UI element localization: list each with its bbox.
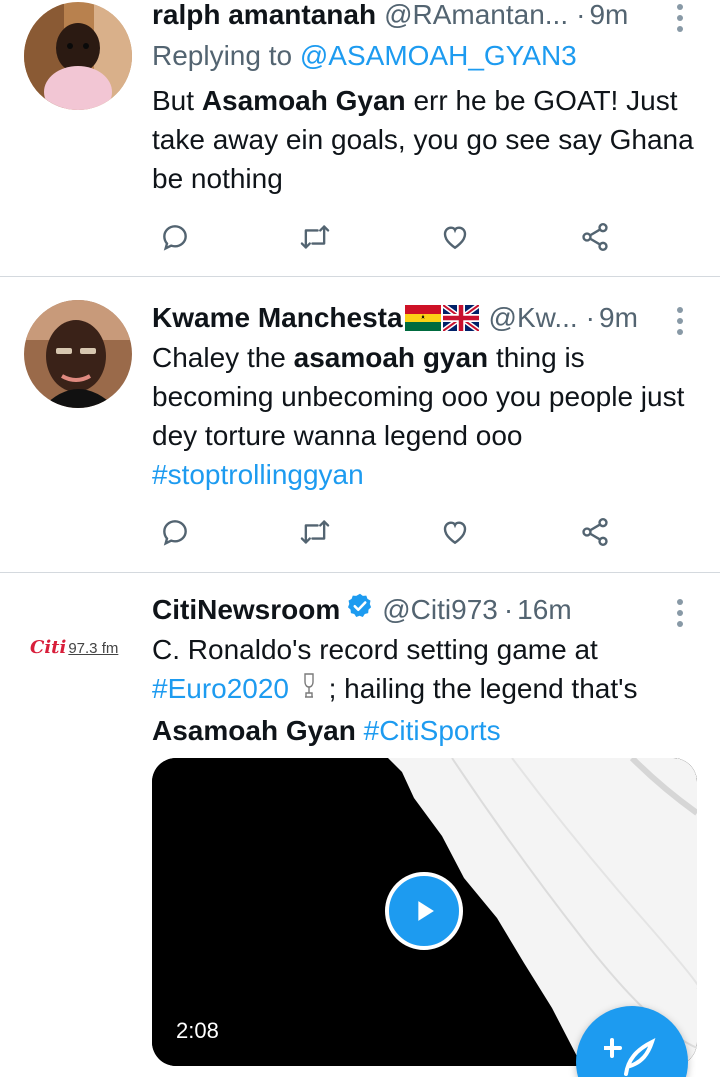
share-icon[interactable] [575,217,615,257]
verified-badge-icon [346,592,374,629]
citi-frequency: 97.3 fm [68,640,119,657]
tweet-actions [155,512,615,552]
citi-logo-text: Citi [30,637,67,658]
display-name[interactable]: CitiNewsroom [152,592,340,628]
ghana-flag-icon [404,305,441,331]
more-icon[interactable] [674,599,686,627]
tweet-actions [155,217,615,257]
hashtag-link[interactable]: #stoptrollinggyan [152,459,364,490]
text-bold: asamoah gyan [293,342,489,373]
hashtag-link[interactable]: #Euro2020 [152,673,289,704]
avatar-ralph[interactable] [24,2,132,110]
reply-icon[interactable] [155,217,195,257]
text-bold: Asamoah Gyan [201,85,406,116]
timestamp[interactable]: 16m [517,592,571,628]
tweet-text: Chaley the asamoah gyan thing is becomin… [152,338,697,494]
hashtag-link[interactable]: #CitiSports [364,715,501,746]
tweet-1[interactable]: ralph amantanah @RAmantan... · 9m Replyi… [0,0,720,276]
share-icon[interactable] [575,512,615,552]
text-part: C. Ronaldo's record setting game at [152,634,598,665]
text-part: But [152,85,202,116]
timestamp[interactable]: 9m [589,0,628,33]
compose-tweet-icon [604,1038,656,1076]
replying-to: Replying to @ASAMOAH_GYAN3 [152,38,577,74]
trophy-emoji-icon [297,671,321,711]
tweet-header: ralph amantanah @RAmantan... · 9m [152,0,670,33]
retweet-icon[interactable] [295,512,335,552]
tweet-header: Kwame Manchesta @Kw... · 9m [152,300,670,336]
text-bold: Asamoah Gyan [152,714,356,746]
more-icon[interactable] [674,307,686,335]
user-handle[interactable]: @Citi973 [382,592,498,628]
video-duration: 2:08 [176,1018,219,1043]
timestamp[interactable]: 9m [599,300,638,336]
tweet-header: CitiNewsroom @Citi973 · 16m [152,592,670,628]
reply-icon[interactable] [155,512,195,552]
name-emoji-flags [404,305,481,331]
separator-dot: · [576,0,586,30]
avatar-kwame[interactable] [24,300,132,408]
user-handle[interactable]: @Kw... [489,300,578,336]
replying-handle-link[interactable]: @ASAMOAH_GYAN3 [300,40,577,71]
tweet-text: But Asamoah Gyan err he be GOAT! Just ta… [152,81,697,198]
avatar-citinewsroom[interactable]: Citi 97.3 fm [24,596,132,704]
like-icon[interactable] [435,512,475,552]
more-icon[interactable] [674,4,686,32]
replying-prefix: Replying to [152,40,293,71]
text-part: Chaley the [152,342,294,373]
display-name[interactable]: Kwame Manchesta [152,300,403,336]
text-part: ; hailing the legend that's [320,673,638,704]
user-handle[interactable]: @RAmantan... [384,0,568,33]
tweet-text: C. Ronaldo's record setting game at #Eur… [152,630,697,750]
display-name[interactable]: ralph amantanah [152,0,376,33]
separator-dot: · [503,594,514,625]
tweet-2[interactable]: Kwame Manchesta @Kw... · 9m Chaley the a… [0,277,720,572]
retweet-icon[interactable] [295,217,335,257]
uk-flag-icon [442,305,479,331]
play-icon[interactable] [385,872,463,950]
separator-dot: · [585,302,595,333]
like-icon[interactable] [435,217,475,257]
